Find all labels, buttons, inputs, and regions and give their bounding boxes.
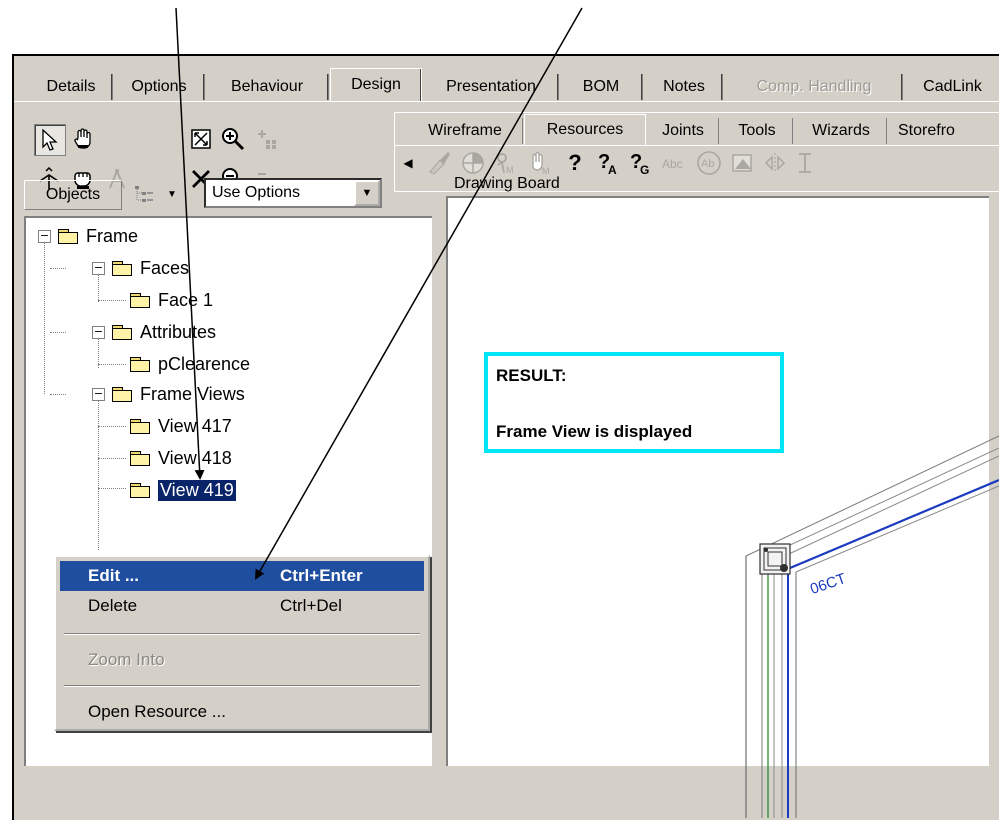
annotation-arrows: [175, 7, 583, 580]
